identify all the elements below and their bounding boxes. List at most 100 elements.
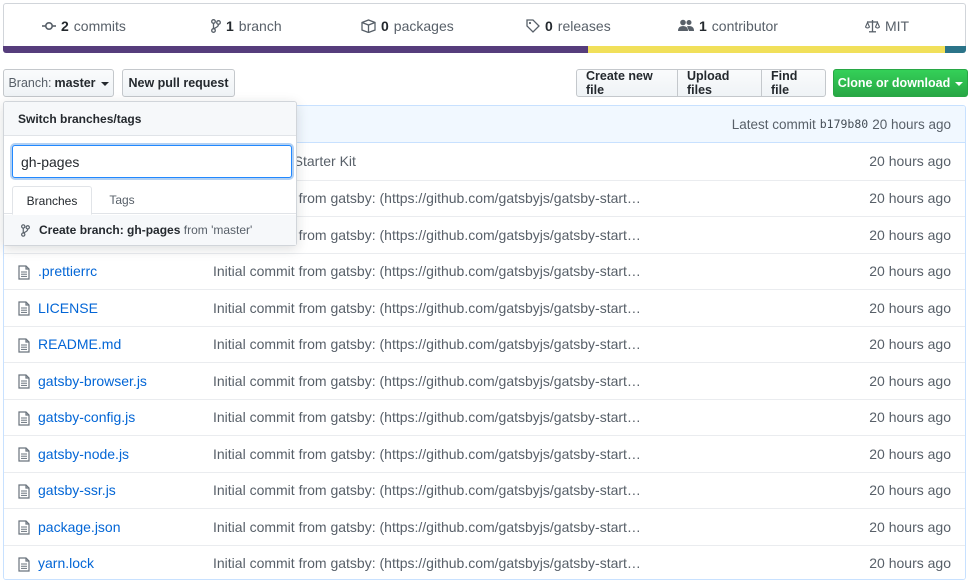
table-row: gatsby-ssr.js Initial commit from gatsby:… <box>4 471 965 509</box>
table-row: LICENSE Initial commit from gatsby: (http… <box>4 289 965 326</box>
chevron-down-icon <box>955 82 964 86</box>
branch-current-name: master <box>54 76 96 90</box>
commit-message-link[interactable]: Initial commit from gatsby: (https://git… <box>213 409 641 425</box>
table-row: README.md Initial commit from gatsby: (ht… <box>4 325 965 363</box>
commit-age: 20 hours ago <box>869 190 951 207</box>
packages-label: packages <box>393 17 454 34</box>
numbers-summary: 2 commits 1 branch 0 packages 0 releases… <box>3 3 966 46</box>
branches-count: 1 <box>226 17 234 34</box>
find-file-button[interactable]: Find file <box>761 69 826 97</box>
create-branch-prefix: Create branch: <box>39 223 124 237</box>
tab-branches[interactable]: Branches <box>12 186 92 215</box>
commit-age: 20 hours ago <box>869 372 951 389</box>
file-icon <box>18 410 30 429</box>
commit-age: 20 hours ago <box>869 409 951 426</box>
commit-age: 20 hours ago <box>869 518 951 535</box>
commit-age: 20 hours ago <box>869 153 951 170</box>
file-name-link[interactable]: package.json <box>38 519 121 535</box>
create-branch-item[interactable]: Create branch: gh-pages from 'master' <box>4 215 296 245</box>
repo-stats: 2 commits 1 branch 0 packages 0 releases… <box>3 3 966 53</box>
file-name-link[interactable]: LICENSE <box>38 300 98 316</box>
releases-label: releases <box>557 17 611 34</box>
create-branch-from: from <box>183 223 208 237</box>
branch-switch-dropdown: Switch branches/tags Branches Tags Creat… <box>3 101 297 246</box>
branch-select-button[interactable]: Branch: master <box>3 69 114 97</box>
branch-icon <box>211 18 221 33</box>
file-icon <box>18 301 30 319</box>
license-label: MIT <box>885 17 910 34</box>
create-branch-name: gh-pages <box>127 223 181 237</box>
commits-label: commits <box>73 17 126 34</box>
tag-icon <box>526 18 540 33</box>
commit-message-link[interactable]: Initial commit from gatsby: (https://git… <box>213 373 641 389</box>
commit-age: 20 hours ago <box>869 482 951 499</box>
language-segment <box>944 46 966 53</box>
clone-or-download-label: Clone or download <box>837 76 951 90</box>
file-icon <box>18 264 30 283</box>
commit-age: 20 hours ago <box>869 263 951 280</box>
clone-or-download-button[interactable]: Clone or download <box>833 69 968 97</box>
file-icon <box>18 447 30 465</box>
contributors-label: contributor <box>711 17 778 34</box>
contributors-count: 1 <box>699 17 707 34</box>
commit-age: 20 hours ago <box>869 336 951 353</box>
dropdown-tabs: Branches Tags <box>4 186 296 215</box>
commit-message-link[interactable]: Initial commit from gatsby: (https://git… <box>213 446 641 462</box>
file-name-link[interactable]: yarn.lock <box>38 555 94 571</box>
packages-link[interactable]: 0 packages <box>361 4 454 47</box>
file-icon <box>18 483 30 502</box>
table-row: gatsby-config.js Initial commit from gats… <box>4 398 965 436</box>
new-pull-request-label: New pull request <box>128 76 229 90</box>
upload-files-button[interactable]: Upload files <box>677 69 762 97</box>
new-pull-request-button[interactable]: New pull request <box>122 69 235 97</box>
commit-message-link[interactable]: Initial commit from gatsby: (https://git… <box>213 336 641 352</box>
file-name-link[interactable]: gatsby-config.js <box>38 409 135 425</box>
license-link[interactable]: MIT <box>865 4 909 47</box>
table-row: yarn.lock Initial commit from gatsby: (ht… <box>4 544 965 580</box>
file-icon <box>18 337 30 356</box>
create-new-file-button[interactable]: Create new file <box>576 69 678 97</box>
commit-age: 20 hours ago <box>869 555 951 572</box>
branch-filter-input[interactable] <box>12 145 292 178</box>
commit-age: 20 hours ago <box>869 226 951 243</box>
releases-link[interactable]: 0 releases <box>526 4 611 47</box>
file-name-link[interactable]: .prettierrc <box>38 263 97 279</box>
file-navigation-options: Create new file Upload files Find file <box>576 69 826 97</box>
file-name-link[interactable]: gatsby-node.js <box>38 446 129 462</box>
contributors-link[interactable]: 1 contributor <box>678 4 778 47</box>
table-row: .prettierrc Initial commit from gatsby: (… <box>4 252 965 290</box>
commits-count: 2 <box>61 17 69 34</box>
branch-icon <box>21 223 30 237</box>
commit-message-link[interactable]: Initial commit from gatsby: (https://git… <box>213 300 641 316</box>
tab-tags[interactable]: Tags <box>94 186 150 214</box>
commit-message-link[interactable]: Initial commit from gatsby: (https://git… <box>213 555 641 571</box>
people-icon <box>678 19 694 31</box>
table-row: gatsby-node.js Initial commit from gatsby… <box>4 435 965 472</box>
file-name-link[interactable]: gatsby-browser.js <box>38 373 147 389</box>
commit-age: 20 hours ago <box>869 445 951 462</box>
create-new-file-label: Create new file <box>586 69 653 97</box>
latest-commit-label: Latest commit <box>731 116 816 132</box>
find-file-label: Find file <box>771 69 798 97</box>
file-name-link[interactable]: gatsby-ssr.js <box>38 482 116 498</box>
releases-count: 0 <box>545 17 553 34</box>
latest-commit-age: 20 hours ago <box>872 116 951 132</box>
branches-link[interactable]: 1 branch <box>211 4 282 47</box>
language-segment <box>587 46 945 53</box>
package-icon <box>361 18 376 33</box>
file-icon <box>18 556 30 575</box>
commit-message-link[interactable]: Initial commit from gatsby: (https://git… <box>213 482 641 498</box>
packages-count: 0 <box>381 17 389 34</box>
commit-sha-link[interactable]: b179b80 <box>820 117 868 131</box>
chevron-down-icon <box>100 82 109 86</box>
file-icon <box>18 520 30 538</box>
law-icon <box>865 19 880 32</box>
file-name-link[interactable]: README.md <box>38 336 121 352</box>
commit-message-link[interactable]: Initial commit from gatsby: (https://git… <box>213 263 641 279</box>
commit-message-link[interactable]: Initial commit from gatsby: (https://git… <box>213 519 641 535</box>
language-bar[interactable] <box>3 46 966 53</box>
commits-link[interactable]: 2 commits <box>42 4 126 47</box>
upload-files-label: Upload files <box>687 69 730 97</box>
file-icon <box>18 374 30 392</box>
create-branch-source: 'master' <box>211 223 253 237</box>
